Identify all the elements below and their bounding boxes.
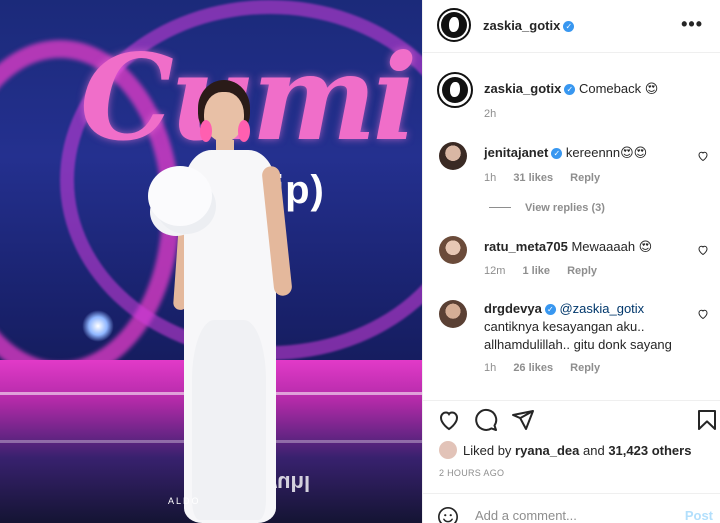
emoji-icon[interactable] [437, 506, 459, 523]
more-options-icon[interactable]: ••• [681, 14, 703, 35]
caption-timestamp[interactable]: 2h [484, 108, 496, 120]
comment-username[interactable]: ratu_meta705 [484, 239, 568, 254]
photo-credit-watermark: ALDO [168, 496, 201, 506]
post-details-panel: zaskia_gotix ✓ ••• zaskia_gotix ✓ Comeback… [422, 0, 720, 523]
add-comment-bar: Add a comment... Post [423, 493, 720, 523]
earring-right [238, 120, 250, 142]
comment-text-row: drgdevya ✓ @zaskia_gotix cantiknya kesaya… [484, 300, 694, 354]
like-comment-heart-icon[interactable] [697, 244, 709, 256]
likes-summary: Liked by ryana_dea and 31,423 others [439, 441, 691, 459]
save-bookmark-icon[interactable] [695, 408, 719, 432]
commenter-avatar[interactable] [439, 236, 467, 264]
comment-text-row: ratu_meta705 Mewaaaah 😍 [484, 238, 694, 256]
comment-bubble-icon[interactable] [474, 408, 498, 432]
comment-time[interactable]: 12m [484, 265, 505, 277]
comment-text: Mewaaaah 😍 [571, 239, 653, 254]
comment-text: kereennn😍😍 [565, 145, 648, 160]
caption-text-row: zaskia_gotix ✓ Comeback 😍 [484, 80, 694, 98]
post-header: zaskia_gotix ✓ ••• [423, 0, 720, 53]
avatar-logo-icon [442, 77, 468, 103]
like-comment-heart-icon[interactable] [697, 308, 709, 320]
post-photo[interactable]: Cumi Mirip) wuhl ALDO [0, 0, 422, 523]
share-paper-plane-icon[interactable] [511, 408, 535, 432]
post-caption: zaskia_gotix ✓ Comeback 😍 2h [437, 72, 709, 132]
comment-mention-link[interactable]: @zaskia_gotix [559, 301, 644, 316]
view-replies-button[interactable]: View replies (3) [525, 202, 605, 214]
earring-left [200, 120, 212, 142]
liker-username[interactable]: ryana_dea [515, 443, 579, 458]
avatar-logo-icon [441, 12, 467, 38]
verified-badge-icon: ✓ [544, 304, 556, 315]
gown-skirt [192, 320, 266, 520]
author-avatar[interactable] [437, 8, 471, 42]
comment-likes[interactable]: 26 likes [513, 362, 553, 374]
liker-avatar[interactable] [439, 441, 457, 459]
likes-middle: and [583, 443, 605, 458]
caption-time: 2h [484, 108, 510, 120]
verified-badge-icon: ✓ [551, 148, 563, 159]
caption-text: Comeback 😍 [578, 81, 659, 96]
likes-prefix: Liked by [463, 443, 512, 458]
comment-time[interactable]: 1h [484, 362, 496, 374]
comment-likes[interactable]: 1 like [522, 265, 550, 277]
comment-likes[interactable]: 31 likes [513, 172, 553, 184]
post-timestamp[interactable]: 2 HOURS AGO [439, 468, 504, 478]
model-figure [140, 70, 310, 523]
commenter-avatar[interactable] [439, 142, 467, 170]
comment-reply-button[interactable]: Reply [570, 362, 600, 374]
commenter-avatar[interactable] [439, 300, 467, 328]
comment-meta: 12m 1 like Reply [484, 265, 611, 277]
comment-reply-button[interactable]: Reply [570, 172, 600, 184]
stage-spotlight [82, 310, 114, 342]
like-heart-icon[interactable] [437, 408, 461, 432]
comment-text-row: jenitajanet ✓ kereennn😍😍 [484, 144, 694, 162]
view-replies-line [489, 207, 511, 208]
gown-ruffle-sleeve [148, 166, 212, 226]
caption-username[interactable]: zaskia_gotix [484, 81, 561, 96]
caption-author-avatar[interactable] [437, 72, 473, 108]
post-comment-button[interactable]: Post [685, 508, 713, 523]
add-comment-input[interactable]: Add a comment... [475, 508, 577, 523]
verified-badge-icon: ✓ [563, 21, 575, 32]
comment-meta: 1h 26 likes Reply [484, 362, 614, 374]
like-comment-heart-icon[interactable] [697, 150, 709, 162]
comment-text: cantiknya kesayangan aku.. allhamdulilla… [484, 319, 672, 352]
actions-divider [423, 400, 720, 401]
comment-item: drgdevya ✓ @zaskia_gotix cantiknya kesaya… [439, 300, 709, 380]
verified-badge-icon: ✓ [564, 84, 576, 95]
header-user: zaskia_gotix ✓ [483, 18, 575, 33]
comment-item: ratu_meta705 Mewaaaah 😍 12m 1 like Reply [439, 236, 709, 286]
comment-username[interactable]: drgdevya [484, 301, 542, 316]
comment-username[interactable]: jenitajanet [484, 145, 548, 160]
view-replies-row: View replies (3) [489, 202, 619, 214]
likes-count[interactable]: 31,423 others [608, 443, 691, 458]
comment-item: jenitajanet ✓ kereennn😍😍 1h 31 likes Repl… [439, 142, 709, 222]
author-username[interactable]: zaskia_gotix [483, 18, 560, 33]
comment-reply-button[interactable]: Reply [567, 265, 597, 277]
comment-time[interactable]: 1h [484, 172, 496, 184]
comment-meta: 1h 31 likes Reply [484, 172, 614, 184]
